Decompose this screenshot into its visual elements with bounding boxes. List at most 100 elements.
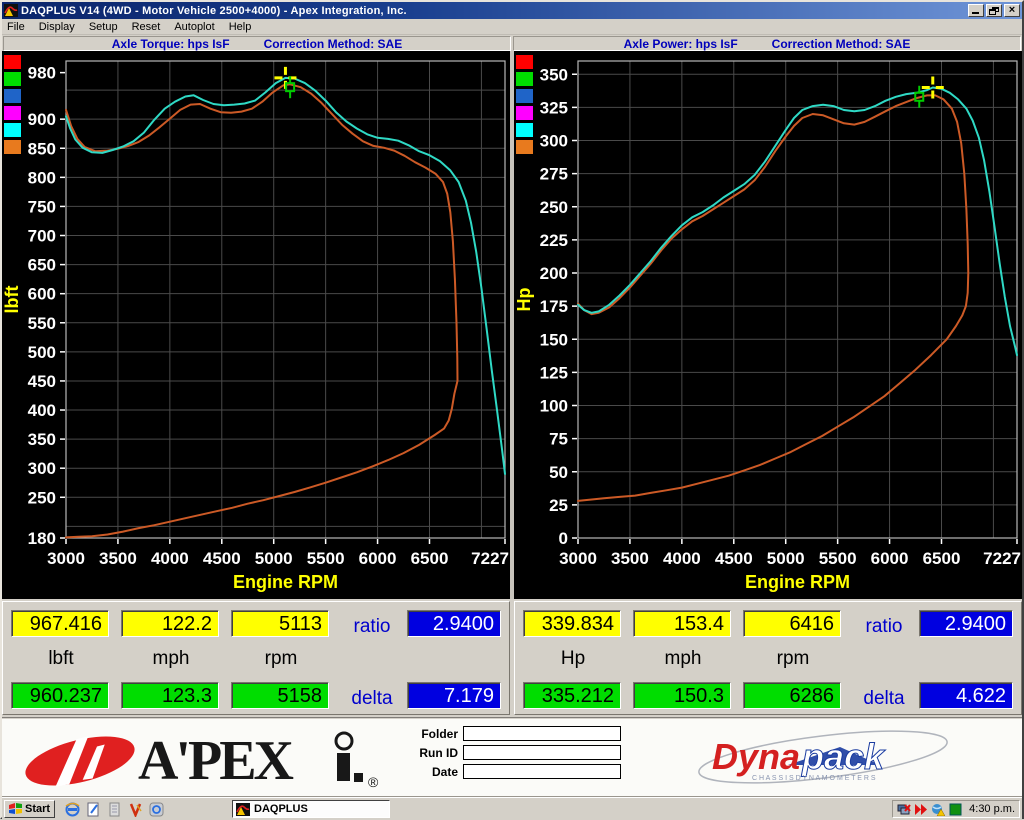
apex-registered-mark: ® xyxy=(368,774,379,790)
x-axis-title: Engine RPM xyxy=(745,572,850,592)
x-tick-label: 5500 xyxy=(307,549,345,568)
app-icon xyxy=(236,803,250,816)
y-tick-label: 175 xyxy=(540,297,568,316)
y-tick-label: 275 xyxy=(540,165,568,184)
power-cursor-value: 339.834 xyxy=(523,610,621,637)
x-tick-label: 7227 xyxy=(983,549,1021,568)
x-tick-label: 4000 xyxy=(663,549,701,568)
legend-swatch xyxy=(4,106,21,120)
compose-page-icon[interactable] xyxy=(86,802,101,817)
torque-rpm-label: rpm xyxy=(231,648,331,670)
torque-marker2-mph: 123.3 xyxy=(121,682,219,709)
power-ratio-label: ratio xyxy=(855,616,913,638)
legend-swatches xyxy=(516,55,533,154)
quick-launch xyxy=(65,802,164,817)
x-tick-label: 6500 xyxy=(923,549,961,568)
menu-reset[interactable]: Reset xyxy=(125,20,168,34)
torque-cursor-value: 967.416 xyxy=(11,610,109,637)
torque-chart[interactable]: 9809008508007507006506005505004504003503… xyxy=(2,51,510,599)
y-tick-label: 980 xyxy=(28,64,56,83)
x-tick-label: 5000 xyxy=(767,549,805,568)
legend-swatch xyxy=(516,89,533,103)
dynapack-part1: Dyna xyxy=(712,736,800,777)
torque-run-cyan xyxy=(66,78,505,474)
footer-strip: A'PEX ® Folder Run ID Date Dyna pa xyxy=(2,717,1022,797)
start-button[interactable]: Start xyxy=(4,800,55,818)
torque-ratio-value: 2.9400 xyxy=(407,610,501,637)
y-tick-label: 225 xyxy=(540,231,568,250)
y-tick-label: 50 xyxy=(549,463,568,482)
power-marker2-rpm: 6286 xyxy=(743,682,841,709)
legend-swatch xyxy=(516,72,533,86)
menu-file[interactable]: File xyxy=(2,20,32,34)
charts-area: 9809008508007507006506005505004504003503… xyxy=(2,51,1022,599)
x-tick-label: 3000 xyxy=(47,549,85,568)
y-tick-label: 250 xyxy=(540,198,568,217)
torque-marker2-value: 960.237 xyxy=(11,682,109,709)
dynapack-logo: Dyna pack C H A S S I S D Y N A M O M E … xyxy=(690,727,960,789)
power-chart-title: Axle Power: hps IsF xyxy=(624,37,738,51)
document-icon[interactable] xyxy=(107,802,122,817)
power-run-orange xyxy=(578,95,968,501)
x-tick-label: 4500 xyxy=(715,549,753,568)
app-window: DAQPLUS V14 (4WD - Motor Vehicle 2500+40… xyxy=(0,0,1024,819)
y-tick-label: 800 xyxy=(28,168,56,187)
restore-button[interactable] xyxy=(986,4,1002,17)
power-ratio-value: 2.9400 xyxy=(919,610,1013,637)
v-app-icon[interactable] xyxy=(128,802,143,817)
y-tick-label: 900 xyxy=(28,110,56,129)
minimize-icon xyxy=(972,12,979,14)
x-tick-label: 4000 xyxy=(151,549,189,568)
torque-marker2-rpm: 5158 xyxy=(231,682,329,709)
run-id-input[interactable] xyxy=(463,745,621,760)
menu-setup[interactable]: Setup xyxy=(82,20,125,34)
dynapack-subtitle: C H A S S I S D Y N A M O M E T E R S xyxy=(752,775,876,782)
torque-mph-label: mph xyxy=(121,648,221,670)
folder-label: Folder xyxy=(400,727,458,741)
x-axis-title: Engine RPM xyxy=(233,572,338,592)
system-tray: 4:30 p.m. xyxy=(892,800,1020,818)
minimize-button[interactable] xyxy=(968,4,984,17)
taskbar-button-daqplus[interactable]: DAQPLUS xyxy=(232,800,390,818)
clock[interactable]: 4:30 p.m. xyxy=(969,803,1015,815)
power-cursor-rpm: 6416 xyxy=(743,610,841,637)
apex-wordmark: A'PEX xyxy=(138,730,294,792)
status-square-icon[interactable] xyxy=(948,803,962,816)
y-tick-label: 350 xyxy=(540,65,568,84)
power-delta-label: delta xyxy=(855,688,913,710)
power-correction-method: Correction Method: SAE xyxy=(772,37,911,51)
axis-ticks: 9809008508007507006506005505004504003503… xyxy=(28,64,509,568)
fast-forward-icon[interactable] xyxy=(914,803,928,816)
apex-swoosh-icon xyxy=(20,726,139,793)
y-tick-label: 150 xyxy=(540,330,568,349)
close-button[interactable]: × xyxy=(1004,4,1020,17)
power-chart-panel: 3503253002752502252001751501251007550250… xyxy=(514,51,1022,599)
apex-logo: A'PEX ® xyxy=(20,725,390,793)
title-bar[interactable]: DAQPLUS V14 (4WD - Motor Vehicle 2500+40… xyxy=(2,2,1022,19)
y-tick-label: 180 xyxy=(28,529,56,548)
globe-warning-icon[interactable] xyxy=(931,803,945,816)
chart-headers: Axle Torque: hps IsF Correction Method: … xyxy=(2,35,1022,51)
folder-input[interactable] xyxy=(463,726,621,741)
menu-help[interactable]: Help xyxy=(222,20,259,34)
internet-explorer-icon[interactable] xyxy=(65,802,80,817)
close-icon: × xyxy=(1009,4,1015,16)
power-readout-panel: 339.834 153.4 6416 ratio 2.9400 Hp mph r… xyxy=(514,601,1022,715)
menu-autoplot[interactable]: Autoplot xyxy=(167,20,221,34)
legend-swatch xyxy=(4,55,21,69)
y-tick-label: 350 xyxy=(28,430,56,449)
power-run-cyan xyxy=(578,88,1017,356)
power-mph-label: mph xyxy=(633,648,733,670)
x-tick-label: 5000 xyxy=(255,549,293,568)
power-chart[interactable]: 3503253002752502252001751501251007550250… xyxy=(514,51,1022,599)
taskbar: Start xyxy=(2,797,1022,820)
legend-swatch xyxy=(4,140,21,154)
network-offline-icon[interactable] xyxy=(897,803,911,816)
torque-cursor-mph: 122.2 xyxy=(121,610,219,637)
y-tick-label: 400 xyxy=(28,401,56,420)
plot-frame xyxy=(578,61,1017,538)
x-tick-label: 3500 xyxy=(99,549,137,568)
menu-display[interactable]: Display xyxy=(32,20,82,34)
date-input[interactable] xyxy=(463,764,621,779)
messenger-icon[interactable] xyxy=(149,802,164,817)
